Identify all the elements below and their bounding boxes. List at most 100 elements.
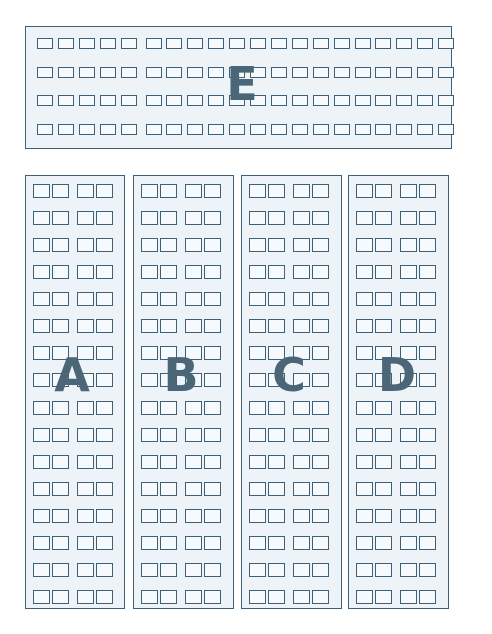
seat[interactable] — [52, 238, 69, 252]
seat[interactable] — [375, 184, 392, 198]
seat[interactable] — [249, 401, 266, 415]
seat[interactable] — [356, 536, 373, 550]
seat[interactable] — [96, 319, 113, 333]
seat[interactable] — [356, 509, 373, 523]
seat[interactable] — [141, 319, 158, 333]
seat[interactable] — [77, 373, 94, 387]
seat[interactable] — [77, 211, 94, 225]
seat[interactable] — [96, 292, 113, 306]
seat[interactable] — [204, 373, 221, 387]
seat[interactable] — [396, 124, 412, 135]
seat[interactable] — [268, 563, 285, 577]
seat[interactable] — [229, 38, 245, 49]
seat[interactable] — [312, 319, 329, 333]
seat[interactable] — [52, 509, 69, 523]
seat[interactable] — [356, 238, 373, 252]
seat[interactable] — [79, 38, 95, 49]
seat[interactable] — [356, 319, 373, 333]
seat[interactable] — [400, 536, 417, 550]
seat[interactable] — [312, 238, 329, 252]
seat[interactable] — [141, 482, 158, 496]
seat[interactable] — [375, 38, 391, 49]
seat[interactable] — [356, 184, 373, 198]
seat[interactable] — [249, 590, 266, 604]
seat[interactable] — [334, 124, 350, 135]
seat[interactable] — [396, 67, 412, 78]
seat[interactable] — [271, 38, 287, 49]
seat[interactable] — [293, 482, 310, 496]
seat[interactable] — [375, 536, 392, 550]
seat[interactable] — [268, 482, 285, 496]
seat[interactable] — [249, 482, 266, 496]
seat[interactable] — [185, 346, 202, 360]
seat[interactable] — [141, 509, 158, 523]
seat[interactable] — [185, 590, 202, 604]
seat[interactable] — [58, 38, 74, 49]
seat[interactable] — [396, 38, 412, 49]
seat[interactable] — [419, 563, 436, 577]
seat[interactable] — [417, 38, 433, 49]
seat[interactable] — [96, 401, 113, 415]
seat[interactable] — [229, 67, 245, 78]
seat[interactable] — [271, 67, 287, 78]
seat[interactable] — [204, 211, 221, 225]
seat[interactable] — [160, 292, 177, 306]
seat[interactable] — [312, 265, 329, 279]
seat[interactable] — [355, 38, 371, 49]
seat[interactable] — [400, 455, 417, 469]
seat[interactable] — [400, 563, 417, 577]
seat[interactable] — [52, 536, 69, 550]
seat[interactable] — [208, 124, 224, 135]
seat[interactable] — [146, 124, 162, 135]
seat[interactable] — [204, 238, 221, 252]
seat[interactable] — [249, 536, 266, 550]
seat[interactable] — [250, 38, 266, 49]
seat[interactable] — [249, 184, 266, 198]
seat[interactable] — [208, 67, 224, 78]
seat[interactable] — [375, 124, 391, 135]
seat[interactable] — [292, 124, 308, 135]
seat[interactable] — [204, 563, 221, 577]
seat[interactable] — [249, 563, 266, 577]
seat[interactable] — [141, 455, 158, 469]
seat[interactable] — [204, 292, 221, 306]
seat[interactable] — [204, 184, 221, 198]
seat[interactable] — [313, 38, 329, 49]
seat[interactable] — [185, 428, 202, 442]
seat[interactable] — [33, 184, 50, 198]
seat[interactable] — [160, 563, 177, 577]
seat[interactable] — [268, 265, 285, 279]
seat[interactable] — [271, 95, 287, 106]
seat[interactable] — [419, 346, 436, 360]
seat[interactable] — [185, 509, 202, 523]
seat[interactable] — [204, 319, 221, 333]
seat[interactable] — [293, 211, 310, 225]
seat[interactable] — [250, 67, 266, 78]
seat[interactable] — [185, 482, 202, 496]
seat[interactable] — [375, 509, 392, 523]
seat[interactable] — [96, 536, 113, 550]
seat[interactable] — [37, 95, 53, 106]
seat[interactable] — [58, 95, 74, 106]
seat[interactable] — [204, 346, 221, 360]
seat[interactable] — [249, 238, 266, 252]
seat[interactable] — [400, 211, 417, 225]
seat[interactable] — [141, 563, 158, 577]
seat[interactable] — [141, 265, 158, 279]
seat[interactable] — [249, 509, 266, 523]
seat[interactable] — [33, 211, 50, 225]
seat[interactable] — [419, 184, 436, 198]
seat[interactable] — [268, 346, 285, 360]
seat[interactable] — [375, 67, 391, 78]
seat[interactable] — [268, 319, 285, 333]
seat[interactable] — [185, 563, 202, 577]
seat[interactable] — [249, 211, 266, 225]
seat[interactable] — [160, 590, 177, 604]
seat[interactable] — [268, 455, 285, 469]
seat[interactable] — [185, 319, 202, 333]
seat[interactable] — [79, 124, 95, 135]
seat[interactable] — [204, 401, 221, 415]
seat[interactable] — [375, 292, 392, 306]
seat[interactable] — [204, 265, 221, 279]
seat[interactable] — [356, 482, 373, 496]
